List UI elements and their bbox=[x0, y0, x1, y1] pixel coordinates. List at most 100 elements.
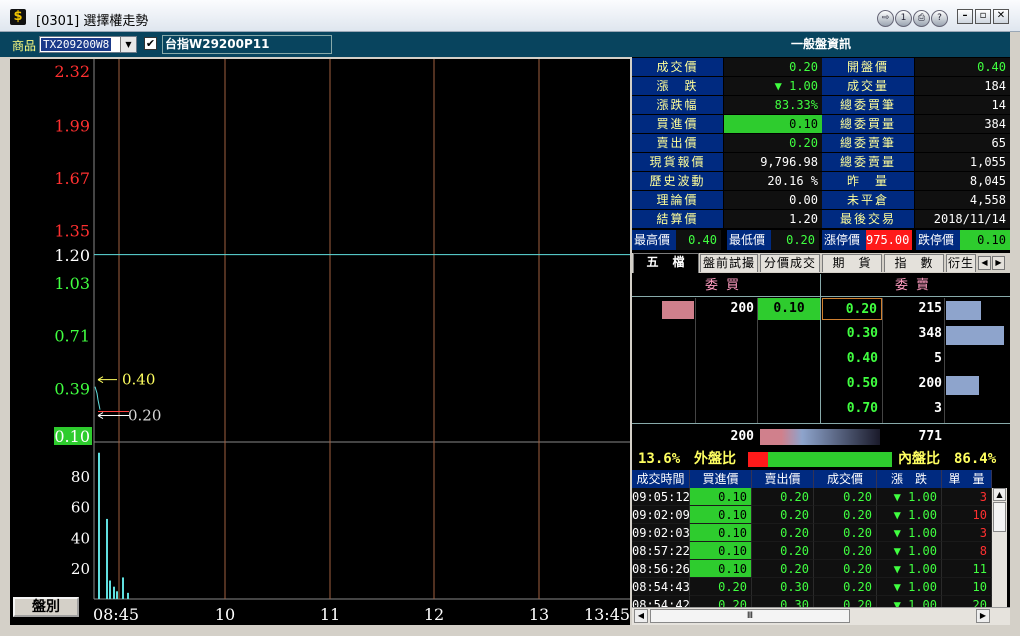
info-value: 8,045 bbox=[915, 172, 1010, 190]
trade-cell-time: 09:05:12 bbox=[632, 488, 690, 506]
info-label: 賣出價 bbox=[632, 134, 723, 152]
tab-scroll-right-icon[interactable]: ▶ bbox=[992, 256, 1005, 270]
info-value: ▼ 1.00 bbox=[724, 77, 822, 95]
trade-cell-price: 0.20 bbox=[814, 524, 877, 542]
info-label: 開盤價 bbox=[822, 58, 914, 76]
info-label: 總委買筆 bbox=[822, 96, 914, 114]
table-row[interactable]: 08:56:26 0.10 0.20 0.20 ▼ 1.00 11 bbox=[632, 560, 992, 578]
trade-cell-qty: 10 bbox=[942, 506, 992, 524]
price-line bbox=[94, 386, 101, 410]
tab-0[interactable]: 五 檔 bbox=[633, 253, 699, 273]
trade-col-header[interactable]: 買進價 bbox=[690, 470, 752, 488]
trade-table[interactable]: 成交時間 買進價 賣出價 成交價漲 跌單 量 09:05:12 0.10 0.20 0.20 ▼… bbox=[632, 470, 1010, 624]
time-tick-label: 10 bbox=[215, 605, 235, 624]
table-row[interactable]: 08:57:22 0.10 0.20 0.20 ▼ 1.00 8 bbox=[632, 542, 992, 560]
trade-col-header[interactable]: 漲 跌 bbox=[877, 470, 942, 488]
info-value: 2018/11/14 bbox=[915, 210, 1010, 228]
info-value: 65 bbox=[915, 134, 1010, 152]
info-label: 總委買量 bbox=[822, 115, 914, 133]
ask-price[interactable]: 0.40 bbox=[822, 348, 882, 370]
info-label: 結算價 bbox=[632, 210, 723, 228]
time-tick-label: 08:45 bbox=[93, 605, 139, 624]
tab-2[interactable]: 分價成交 bbox=[760, 254, 820, 272]
time-tick-label: 11 bbox=[320, 605, 340, 624]
bid-total: 200 bbox=[730, 429, 754, 444]
horizontal-scrollbar[interactable]: ◀ Ⅲ ▶ bbox=[632, 607, 1010, 625]
ask-qty: 3 bbox=[934, 401, 942, 416]
trade-cell-ask: 0.20 bbox=[752, 542, 814, 560]
close-icon[interactable]: ✕ bbox=[993, 9, 1009, 24]
trade-cell-price: 0.20 bbox=[814, 488, 877, 506]
link-checkbox[interactable]: ✔ bbox=[144, 37, 157, 50]
table-row[interactable]: 09:02:03 0.10 0.20 0.20 ▼ 1.00 3 bbox=[632, 524, 992, 542]
product-select[interactable]: TX209200W8 ▼ bbox=[39, 36, 137, 53]
number-one-icon[interactable]: 1 bbox=[895, 10, 912, 27]
price-chart[interactable]: 2.32 1.99 1.67 1.35 1.20 1.03 0.71 0.39 0.10 0.40… bbox=[10, 59, 630, 625]
table-row[interactable]: 09:02:09 0.10 0.20 0.20 ▼ 1.00 10 bbox=[632, 506, 992, 524]
price-tick-label: 1.99 bbox=[54, 116, 90, 135]
info-label: 總委賣筆 bbox=[822, 134, 914, 152]
info-value: 0.00 bbox=[724, 191, 822, 209]
scroll-up-icon[interactable]: ▲ bbox=[993, 488, 1006, 501]
trade-cell-price: 0.20 bbox=[814, 506, 877, 524]
scroll-left-icon[interactable]: ◀ bbox=[634, 609, 648, 623]
trade-col-header[interactable]: 單 量 bbox=[942, 470, 992, 488]
info-header: 一般盤資訊 bbox=[632, 32, 1010, 57]
minimize-icon[interactable]: – bbox=[957, 9, 973, 24]
trade-cell-time: 08:57:22 bbox=[632, 542, 690, 560]
trade-col-header[interactable]: 賣出價 bbox=[752, 470, 814, 488]
tab-scroll-left-icon[interactable]: ◀ bbox=[978, 256, 991, 270]
trade-cell-time: 09:02:09 bbox=[632, 506, 690, 524]
info-value: 0.40 bbox=[915, 58, 1010, 76]
scroll-thumb[interactable] bbox=[993, 502, 1006, 532]
help-icon[interactable]: ? bbox=[931, 10, 948, 27]
ask-volume-bar bbox=[946, 326, 1004, 345]
tab-3[interactable]: 期 貨 bbox=[822, 254, 882, 272]
info-label: 漲跌幅 bbox=[632, 96, 723, 114]
trade-cell-bid: 0.10 bbox=[690, 506, 752, 524]
time-tick-label: 13:45 bbox=[584, 605, 630, 624]
table-row[interactable]: 09:05:12 0.10 0.20 0.20 ▼ 1.00 3 bbox=[632, 488, 992, 506]
trade-col-header[interactable]: 成交價 bbox=[814, 470, 877, 488]
info-label: 總委賣量 bbox=[822, 153, 914, 171]
tab-4[interactable]: 指 數 bbox=[884, 254, 944, 272]
ob-divider bbox=[632, 423, 1010, 424]
ask-price[interactable]: 0.70 bbox=[822, 398, 882, 420]
trade-cell-ask: 0.30 bbox=[752, 578, 814, 596]
outer-ratio-label: 外盤比 bbox=[694, 451, 736, 467]
vertical-scrollbar[interactable]: ▲ bbox=[992, 488, 1007, 607]
ask-qty: 5 bbox=[934, 351, 942, 366]
ask-price[interactable]: 0.20 bbox=[822, 298, 882, 320]
print-icon[interactable]: ⎙ bbox=[913, 10, 930, 27]
trade-col-header[interactable]: 成交時間 bbox=[632, 470, 690, 488]
price-tick-label: 0.39 bbox=[54, 379, 90, 398]
app-logo-icon: $ bbox=[10, 9, 26, 25]
maximize-icon[interactable]: ▫ bbox=[975, 9, 991, 24]
info-value: 4,558 bbox=[915, 191, 1010, 209]
info-value: 0.10 bbox=[724, 115, 822, 133]
tab-1[interactable]: 盤前試撮 bbox=[700, 254, 758, 272]
tab-5[interactable]: 衍生 bbox=[946, 254, 976, 272]
link-icon[interactable]: ⇨ bbox=[877, 10, 894, 27]
chevron-down-icon[interactable]: ▼ bbox=[120, 37, 136, 52]
ask-price[interactable]: 0.50 bbox=[822, 373, 882, 395]
scroll-right-icon[interactable]: ▶ bbox=[976, 609, 990, 623]
volume-tick-label: 80 bbox=[71, 468, 90, 486]
trade-cell-ask: 0.20 bbox=[752, 488, 814, 506]
info-label: 理論價 bbox=[632, 191, 723, 209]
ask-price[interactable]: 0.30 bbox=[822, 323, 882, 345]
table-row[interactable]: 08:54:43 0.20 0.30 0.20 ▼ 1.00 10 bbox=[632, 578, 992, 596]
price-tick-label: 0.71 bbox=[54, 327, 90, 346]
trade-cell-ask: 0.20 bbox=[752, 524, 814, 542]
chart-canvas[interactable]: 2.32 1.99 1.67 1.35 1.20 1.03 0.71 0.39 0.10 0.40… bbox=[10, 59, 630, 625]
product-code-value[interactable]: TX209200W8 bbox=[41, 38, 112, 51]
session-button[interactable]: 盤別 bbox=[13, 597, 79, 617]
bid-price[interactable]: 0.10 bbox=[758, 298, 820, 320]
scroll-hthumb[interactable]: Ⅲ bbox=[650, 609, 850, 623]
time-tick-label: 13 bbox=[529, 605, 549, 624]
trade-cell-qty: 3 bbox=[942, 524, 992, 542]
limit-label: 最高價 bbox=[632, 230, 676, 250]
trade-cell-chg: ▼ 1.00 bbox=[877, 506, 942, 524]
trade-cell-time: 09:02:03 bbox=[632, 524, 690, 542]
instrument-name: 台指W29200P11 bbox=[162, 35, 332, 54]
